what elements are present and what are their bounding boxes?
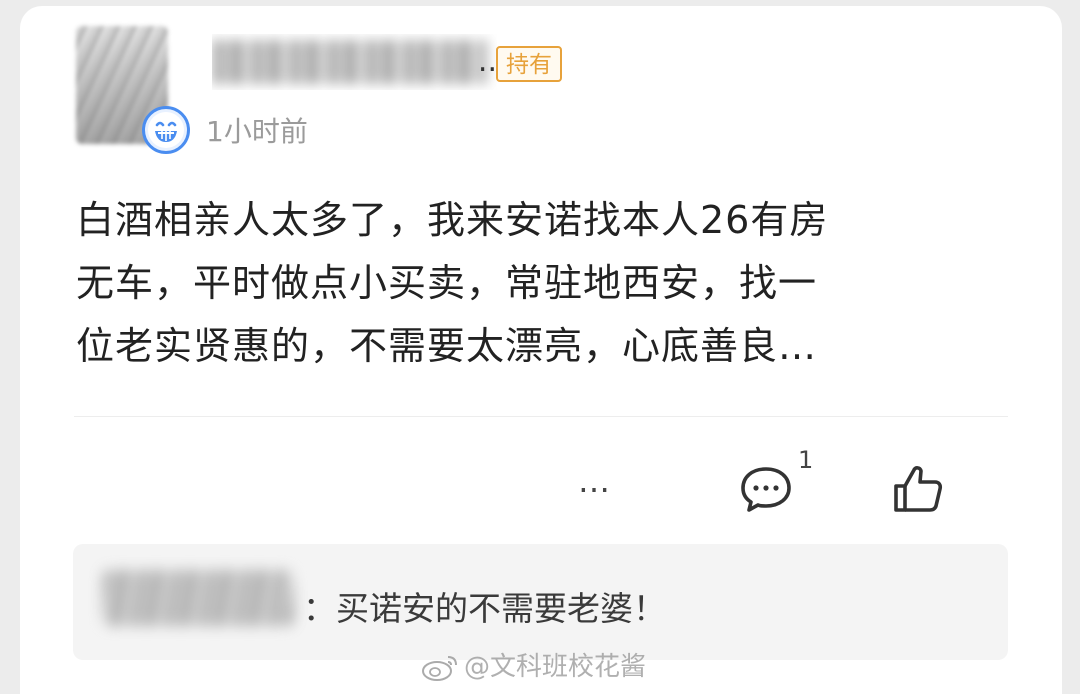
blurred-reply-author bbox=[103, 570, 293, 626]
post-content-line: 位老实贤惠的，不需要太漂亮，心底善良… bbox=[76, 324, 818, 368]
author-name[interactable]: .. bbox=[212, 34, 497, 90]
post-time: 1小时前 bbox=[206, 115, 308, 148]
post-content[interactable]: 白酒相亲人太多了，我来安诺找本人26有房 无车，平时做点小买卖，常驻地西安，找一… bbox=[76, 189, 1026, 378]
comment-bubble-icon[interactable] bbox=[738, 464, 794, 514]
thumbs-up-icon[interactable] bbox=[890, 462, 946, 516]
holding-badge: 持有 bbox=[496, 46, 562, 82]
post-content-line: 无车，平时做点小买卖，常驻地西安，找一 bbox=[76, 261, 818, 305]
divider bbox=[74, 416, 1008, 417]
watermark-text: @文科班校花酱 bbox=[464, 652, 647, 682]
author-name-tail: .. bbox=[477, 44, 497, 79]
more-options-button[interactable]: … bbox=[578, 462, 611, 500]
grinning-face-icon bbox=[142, 106, 190, 154]
post-content-line: 白酒相亲人太多了，我来安诺找本人26有房 bbox=[76, 198, 829, 242]
reply-text: ：买诺安的不需要老婆！ bbox=[303, 589, 666, 628]
reply-preview[interactable]: ：买诺安的不需要老婆！ bbox=[73, 544, 1008, 660]
watermark: @文科班校花酱 bbox=[420, 646, 646, 683]
weibo-logo-icon bbox=[422, 655, 457, 681]
comment-count: 1 bbox=[798, 446, 814, 474]
blurred-author-name bbox=[212, 40, 487, 84]
post-card: .. 持有 1小时前 白酒相亲人太多了，我来安诺找本人26有房 无车，平时做点小… bbox=[20, 6, 1062, 694]
